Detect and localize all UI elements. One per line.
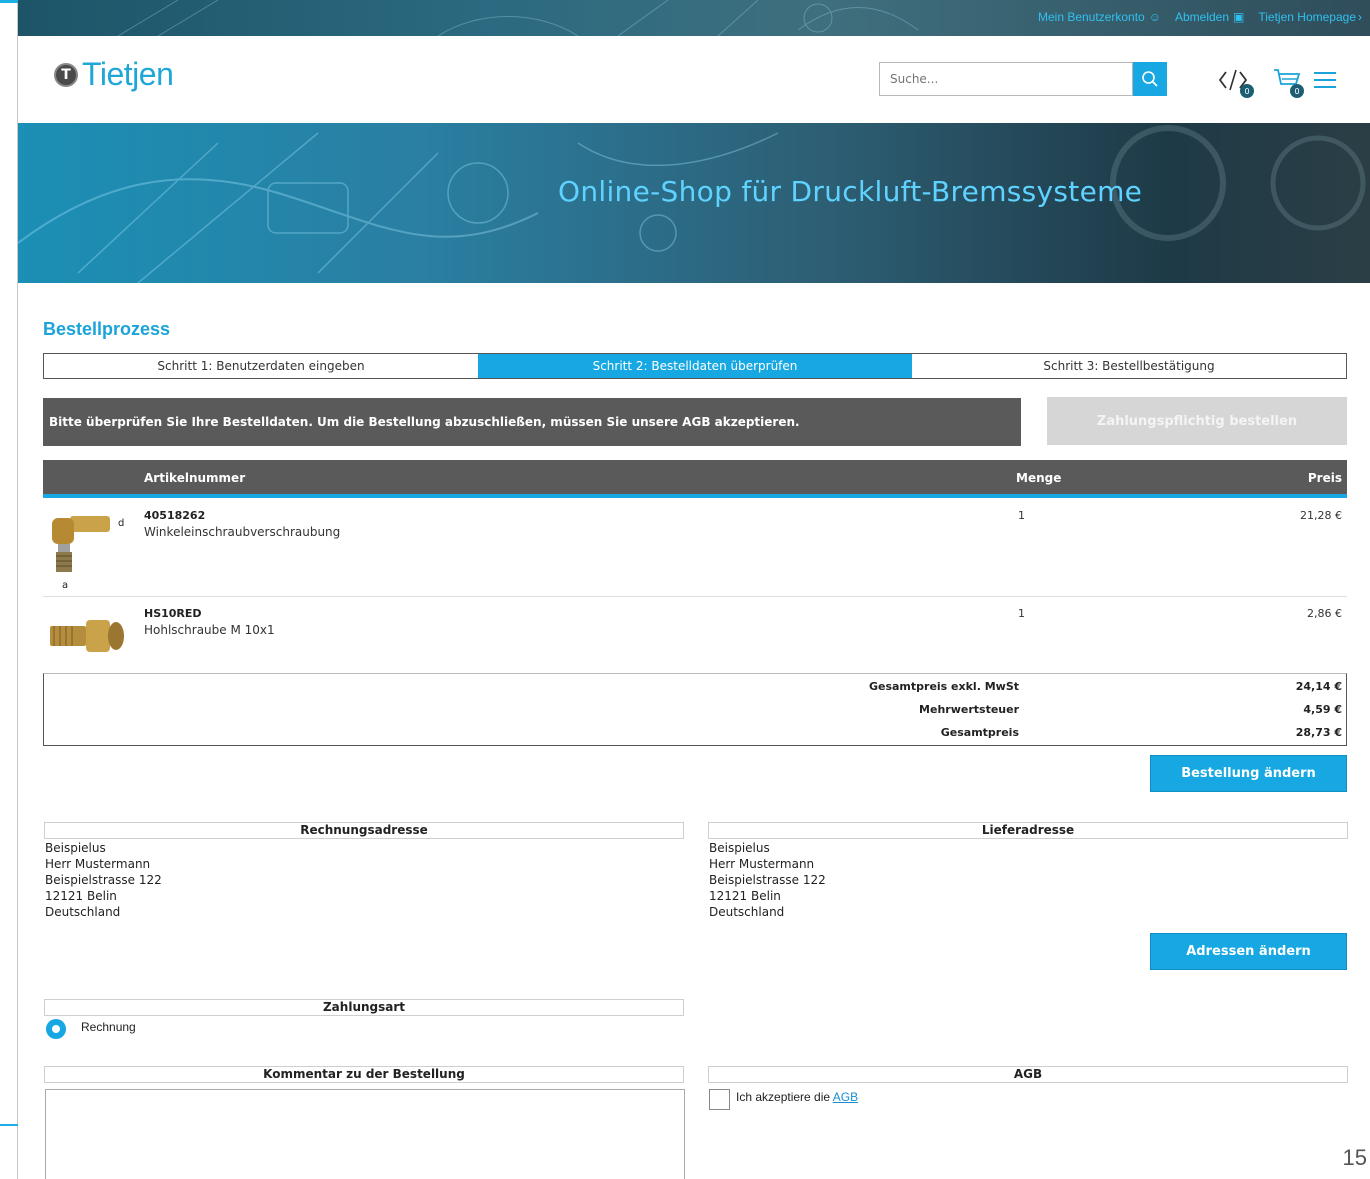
shipping-address: Beispielus Herr Mustermann Beispielstras… xyxy=(709,840,826,920)
billing-line: Beispielus xyxy=(45,841,106,855)
billing-line: Herr Mustermann xyxy=(45,857,151,871)
hamburger-menu-icon xyxy=(1314,72,1336,88)
table-row: d a 40518262 Winkeleinschraubverschraubu… xyxy=(43,502,1347,597)
article-qty: 1 xyxy=(1018,509,1025,522)
cart-button[interactable]: 0 xyxy=(1272,64,1304,98)
billing-line: Beispielstrasse 122 xyxy=(45,873,162,887)
chevron-right-icon: › xyxy=(1358,10,1362,24)
site-header: T Tietjen 0 0 xyxy=(18,36,1370,123)
header-article: Artikelnummer xyxy=(144,471,246,485)
step-3: Schritt 3: Bestellbestätigung xyxy=(1043,359,1215,373)
shipping-line: 12121 Belin xyxy=(709,889,781,903)
accept-terms-checkbox[interactable] xyxy=(709,1089,730,1110)
elbow-fitting-image: d a xyxy=(52,516,124,591)
left-edge-strip xyxy=(0,0,18,1179)
compare-count-badge: 0 xyxy=(1240,84,1254,98)
article-number: HS10RED xyxy=(144,607,202,620)
total-gross-label: Gesamtpreis xyxy=(940,726,1019,739)
homepage-link[interactable]: Tietjen Homepage xyxy=(1258,10,1356,24)
payment-option-label: Rechnung xyxy=(81,1020,136,1034)
change-order-button[interactable]: Bestellung ändern xyxy=(1150,755,1347,792)
compare-button[interactable]: 0 xyxy=(1218,64,1254,98)
search-input[interactable] xyxy=(880,63,1100,95)
order-comment-textarea[interactable] xyxy=(45,1089,685,1179)
lock-icon: ▣ xyxy=(1233,10,1245,24)
hero-banner: Online-Shop für Druckluft-Bremssysteme xyxy=(18,123,1370,283)
order-totals: Gesamtpreis exkl. MwSt 24,14 € Mehrwerts… xyxy=(43,673,1347,746)
menu-button[interactable] xyxy=(1312,64,1338,96)
terms-link[interactable]: AGB xyxy=(833,1090,858,1104)
logo[interactable]: T Tietjen xyxy=(54,56,174,93)
product-image xyxy=(46,604,126,672)
accept-terms-text: Ich akzeptiere die xyxy=(736,1090,831,1104)
article-price: 2,86 € xyxy=(1307,607,1342,620)
product-image: d a xyxy=(46,506,126,598)
total-net-value: 24,14 € xyxy=(1295,680,1342,693)
search-button[interactable] xyxy=(1133,62,1167,96)
shipping-line: Deutschland xyxy=(709,905,785,919)
banner-title: Online-Shop für Druckluft-Bremssysteme xyxy=(558,175,1143,208)
total-gross-value: 28,73 € xyxy=(1295,726,1342,739)
edge-accent-bottom xyxy=(0,1124,18,1126)
payment-method-title: Zahlungsart xyxy=(44,999,684,1016)
logo-icon: T xyxy=(54,62,78,87)
article-qty: 1 xyxy=(1018,607,1025,620)
banjo-bolt-image xyxy=(50,620,124,652)
logout-link[interactable]: Abmelden xyxy=(1175,10,1229,24)
billing-address-title: Rechnungsadresse xyxy=(44,822,684,839)
payment-radio-invoice[interactable] xyxy=(46,1019,66,1039)
user-icon: ☺ xyxy=(1148,10,1161,24)
search-box xyxy=(879,62,1133,96)
logo-text: Tietjen xyxy=(82,56,174,92)
comment-title: Kommentar zu der Bestellung xyxy=(44,1066,684,1083)
shipping-line: Beispielus xyxy=(709,841,770,855)
shipping-address-title: Lieferadresse xyxy=(708,822,1348,839)
page: Mein Benutzerkonto ☺ Abmelden ▣ Tietjen … xyxy=(18,0,1370,1179)
article-number: 40518262 xyxy=(144,509,206,522)
shipping-line: Herr Mustermann xyxy=(709,857,815,871)
accept-terms-label: Ich akzeptiere die AGB xyxy=(736,1090,858,1104)
total-net-label: Gesamtpreis exkl. MwSt xyxy=(868,680,1019,693)
top-bar: Mein Benutzerkonto ☺ Abmelden ▣ Tietjen … xyxy=(18,0,1370,36)
billing-line: 12121 Belin xyxy=(45,889,117,903)
header-price: Preis xyxy=(1307,471,1342,485)
thumb-label-a: a xyxy=(62,580,68,591)
page-title: Bestellprozess xyxy=(43,319,171,339)
billing-line: Deutschland xyxy=(45,905,121,919)
step-1: Schritt 1: Benutzerdaten eingeben xyxy=(157,359,365,373)
order-pay-button[interactable]: Zahlungspflichtig bestellen xyxy=(1047,397,1347,445)
review-notice: Bitte überprüfen Sie Ihre Bestelldaten. … xyxy=(43,398,1021,446)
search-icon xyxy=(1142,71,1158,87)
article-description: Winkeleinschraubverschraubung xyxy=(144,525,341,539)
article-price: 21,28 € xyxy=(1300,509,1342,522)
total-vat-value: 4,59 € xyxy=(1303,703,1342,716)
account-link[interactable]: Mein Benutzerkonto xyxy=(1038,10,1145,24)
header-qty: Menge xyxy=(1016,471,1062,485)
table-row: HS10RED Hohlschraube M 10x1 1 2,86 € xyxy=(43,600,1347,670)
billing-address: Beispielus Herr Mustermann Beispielstras… xyxy=(45,840,162,920)
shipping-line: Beispielstrasse 122 xyxy=(709,873,826,887)
edge-accent-top xyxy=(0,0,18,3)
terms-title: AGB xyxy=(708,1066,1348,1083)
thumb-label-d: d xyxy=(118,518,124,529)
article-description: Hohlschraube M 10x1 xyxy=(144,623,275,637)
change-address-button[interactable]: Adressen ändern xyxy=(1150,933,1347,970)
page-number: 15 xyxy=(1342,1145,1367,1170)
cart-count-badge: 0 xyxy=(1290,84,1304,98)
total-vat-label: Mehrwertsteuer xyxy=(919,703,1019,716)
step-2-active: Schritt 2: Bestelldaten überprüfen xyxy=(478,354,912,378)
order-table-header: Artikelnummer Menge Preis xyxy=(43,460,1347,498)
checkout-steps: Schritt 1: Benutzerdaten eingeben Schrit… xyxy=(43,353,1347,379)
